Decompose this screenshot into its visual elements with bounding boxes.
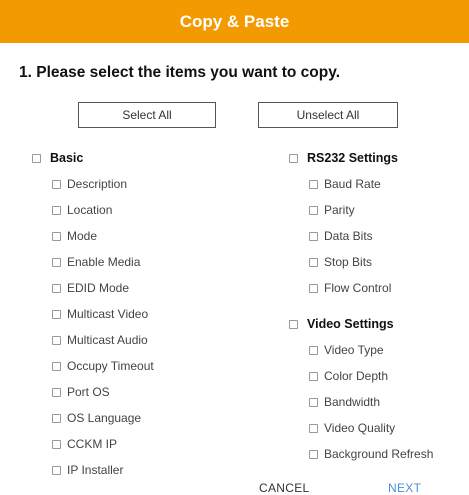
checkbox[interactable] bbox=[309, 283, 318, 293]
item-description[interactable]: Description bbox=[52, 177, 127, 191]
item-label: Multicast Audio bbox=[67, 333, 148, 347]
item-port-os[interactable]: Port OS bbox=[52, 385, 110, 399]
checkbox[interactable] bbox=[309, 179, 318, 189]
item-mode[interactable]: Mode bbox=[52, 229, 97, 243]
item-multicast-audio[interactable]: Multicast Audio bbox=[52, 333, 148, 347]
item-label: Color Depth bbox=[324, 369, 389, 383]
item-stop-bits[interactable]: Stop Bits bbox=[309, 255, 372, 269]
item-label: OS Language bbox=[67, 411, 142, 425]
item-label: EDID Mode bbox=[67, 281, 130, 295]
item-multicast-video[interactable]: Multicast Video bbox=[52, 307, 148, 321]
item-flow-control[interactable]: Flow Control bbox=[309, 281, 391, 295]
item-label: Port OS bbox=[67, 385, 110, 399]
item-occupy-timeout[interactable]: Occupy Timeout bbox=[52, 359, 154, 373]
checkbox-rs232[interactable] bbox=[289, 153, 298, 163]
checkbox[interactable] bbox=[52, 309, 61, 319]
step-heading: 1. Please select the items you want to c… bbox=[19, 64, 341, 81]
checkbox[interactable] bbox=[52, 283, 61, 293]
item-bandwidth[interactable]: Bandwidth bbox=[309, 395, 380, 409]
item-data-bits[interactable]: Data Bits bbox=[309, 229, 373, 243]
checkbox[interactable] bbox=[309, 231, 318, 241]
checkbox[interactable] bbox=[52, 335, 61, 345]
group-basic-label: Basic bbox=[50, 151, 84, 165]
checkbox[interactable] bbox=[309, 345, 318, 355]
item-label: Video Type bbox=[324, 343, 384, 357]
checkbox[interactable] bbox=[52, 465, 61, 475]
item-enable-media[interactable]: Enable Media bbox=[52, 255, 140, 269]
item-label: Occupy Timeout bbox=[67, 359, 154, 373]
item-label: Bandwidth bbox=[324, 395, 381, 409]
item-label: Enable Media bbox=[67, 255, 141, 269]
item-label: Description bbox=[67, 177, 128, 191]
item-edid-mode[interactable]: EDID Mode bbox=[52, 281, 129, 295]
checkbox[interactable] bbox=[52, 387, 61, 397]
unselect-all-button[interactable]: Unselect All bbox=[258, 102, 398, 128]
item-label: Location bbox=[67, 203, 113, 217]
item-label: Background Refresh bbox=[324, 447, 434, 461]
item-cckm-ip[interactable]: CCKM IP bbox=[52, 437, 117, 451]
item-video-type[interactable]: Video Type bbox=[309, 343, 384, 357]
item-label: Data Bits bbox=[324, 229, 373, 243]
group-rs232-label: RS232 Settings bbox=[307, 151, 399, 165]
title-bar: Copy & Paste bbox=[0, 0, 469, 43]
item-ip-installer[interactable]: IP Installer bbox=[52, 463, 123, 477]
checkbox[interactable] bbox=[309, 449, 318, 459]
item-background-refresh[interactable]: Background Refresh bbox=[309, 447, 433, 461]
item-parity[interactable]: Parity bbox=[309, 203, 355, 217]
checkbox[interactable] bbox=[52, 205, 61, 215]
group-video[interactable]: Video Settings bbox=[289, 317, 394, 331]
select-all-button[interactable]: Select All bbox=[78, 102, 216, 128]
item-label: Video Quality bbox=[324, 421, 396, 435]
group-basic[interactable]: Basic bbox=[32, 151, 83, 165]
checkbox[interactable] bbox=[52, 257, 61, 267]
group-rs232[interactable]: RS232 Settings bbox=[289, 151, 398, 165]
dialog-title: Copy & Paste bbox=[179, 11, 290, 31]
item-baud-rate[interactable]: Baud Rate bbox=[309, 177, 381, 191]
item-label: Mode bbox=[67, 229, 98, 243]
checkbox[interactable] bbox=[52, 361, 61, 371]
checkbox[interactable] bbox=[52, 179, 61, 189]
checkbox[interactable] bbox=[309, 205, 318, 215]
item-label: IP Installer bbox=[67, 463, 124, 477]
checkbox-video[interactable] bbox=[289, 319, 298, 329]
item-video-quality[interactable]: Video Quality bbox=[309, 421, 395, 435]
cancel-button[interactable]: CANCEL bbox=[259, 481, 309, 495]
item-location[interactable]: Location bbox=[52, 203, 112, 217]
checkbox[interactable] bbox=[309, 423, 318, 433]
item-label: CCKM IP bbox=[67, 437, 118, 451]
checkbox[interactable] bbox=[52, 413, 61, 423]
item-label: Flow Control bbox=[324, 281, 392, 295]
checkbox[interactable] bbox=[309, 371, 318, 381]
item-label: Stop Bits bbox=[324, 255, 373, 269]
item-label: Baud Rate bbox=[324, 177, 381, 191]
group-video-label: Video Settings bbox=[307, 317, 394, 331]
item-os-language[interactable]: OS Language bbox=[52, 411, 141, 425]
item-label: Multicast Video bbox=[67, 307, 149, 321]
checkbox[interactable] bbox=[309, 397, 318, 407]
checkbox[interactable] bbox=[309, 257, 318, 267]
next-button[interactable]: NEXT bbox=[388, 481, 421, 495]
checkbox[interactable] bbox=[52, 439, 61, 449]
item-label: Parity bbox=[324, 203, 355, 217]
item-color-depth[interactable]: Color Depth bbox=[309, 369, 388, 383]
checkbox-basic[interactable] bbox=[32, 153, 41, 163]
checkbox[interactable] bbox=[52, 231, 61, 241]
